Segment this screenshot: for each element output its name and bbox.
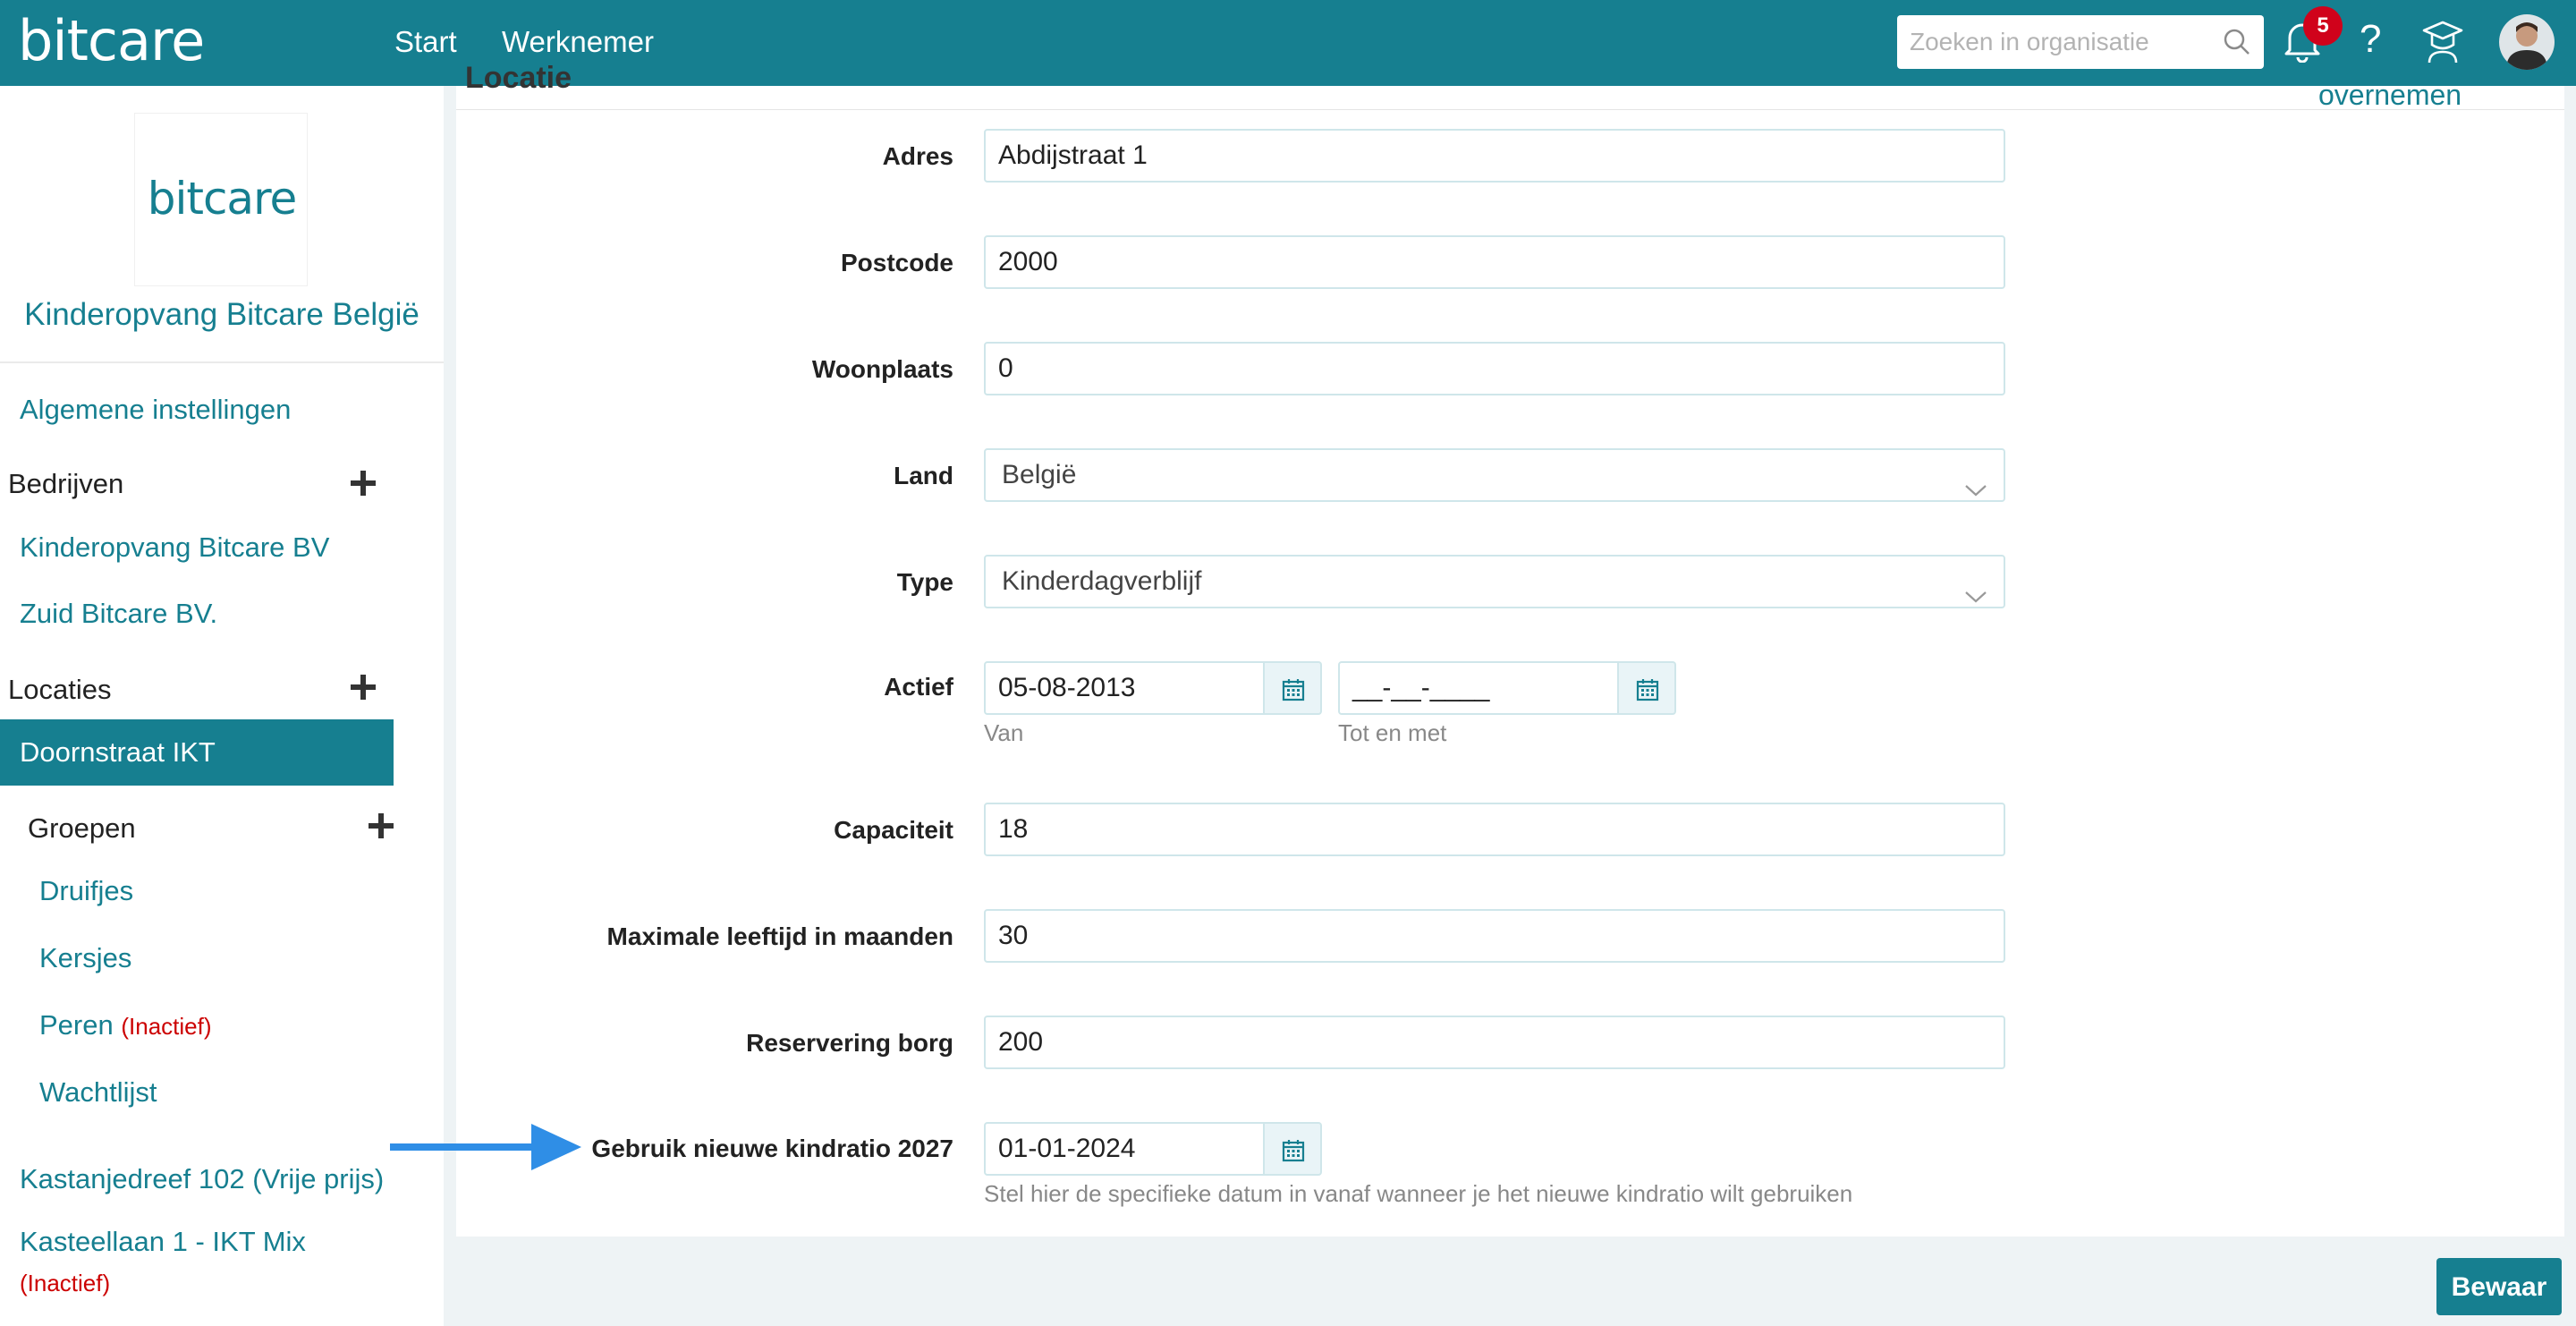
footer-bar bbox=[444, 1237, 2576, 1326]
reservering-borg-input[interactable]: 200 bbox=[984, 1016, 2005, 1069]
actief-from-hint: Van bbox=[984, 719, 1024, 746]
postcode-input[interactable]: 2000 bbox=[984, 235, 2005, 289]
organization-logo: bitcare bbox=[134, 113, 308, 286]
kindratio-hint: Stel hier de specifieke datum in vanaf w… bbox=[984, 1180, 1853, 1207]
woonplaats-label: Woonplaats bbox=[811, 355, 953, 383]
user-avatar[interactable] bbox=[2499, 14, 2555, 70]
chevron-down-icon bbox=[1964, 573, 1987, 623]
calendar-icon bbox=[1282, 679, 1305, 701]
sidebar: bitcare Kinderopvang Bitcare België Alge… bbox=[0, 86, 444, 1326]
calendar-button[interactable] bbox=[1265, 1122, 1322, 1176]
logo-text: bitcare bbox=[147, 173, 298, 225]
woonplaats-input[interactable]: 0 bbox=[984, 342, 2005, 395]
add-location-plus-icon[interactable] bbox=[349, 673, 377, 706]
overnemen-link[interactable]: overnemen bbox=[2318, 79, 2462, 112]
nav-werknemer[interactable]: Werknemer bbox=[502, 23, 654, 61]
capaciteit-label: Capaciteit bbox=[834, 816, 953, 844]
land-label: Land bbox=[894, 462, 953, 489]
calendar-icon bbox=[1282, 1140, 1305, 1162]
annotation-arrow-icon bbox=[390, 1124, 581, 1170]
reservering-borg-label: Reservering borg bbox=[746, 1029, 953, 1057]
actief-from-date-input[interactable]: 05-08-2013 bbox=[984, 661, 1265, 715]
section-title: Locatie bbox=[465, 61, 572, 95]
notification-badge[interactable]: 5 bbox=[2303, 6, 2343, 46]
organization-name[interactable]: Kinderopvang Bitcare België bbox=[0, 297, 444, 333]
max-leeftijd-label: Maximale leeftijd in maanden bbox=[606, 922, 953, 950]
brand-logo[interactable]: bitcare bbox=[18, 5, 205, 77]
actief-label: Actief bbox=[884, 673, 953, 701]
sidebar-item-location[interactable]: Kasteellaan 1 - IKT Mix bbox=[20, 1224, 306, 1260]
divider bbox=[456, 109, 2564, 110]
land-selected-value: België bbox=[1002, 460, 1077, 489]
inactive-tag: (Inactief) bbox=[121, 1013, 212, 1040]
sidebar-item-general-settings[interactable]: Algemene instellingen bbox=[20, 392, 291, 428]
max-leeftijd-input[interactable]: 30 bbox=[984, 909, 2005, 963]
sidebar-item-group[interactable]: Kersjes bbox=[39, 940, 131, 976]
save-button[interactable]: Bewaar bbox=[2436, 1258, 2562, 1315]
top-bar: bitcare Start Werknemer 5 ? bbox=[0, 0, 2576, 86]
chevron-down-icon bbox=[1964, 466, 1987, 516]
companies-heading: Bedrijven bbox=[8, 468, 124, 499]
graduation-cap-icon[interactable] bbox=[2420, 18, 2465, 69]
type-label: Type bbox=[896, 568, 953, 596]
sidebar-item-location[interactable]: Kastanjedreef 102 (Vrije prijs) bbox=[20, 1161, 384, 1197]
search-input[interactable] bbox=[1897, 15, 2214, 69]
groups-heading: Groepen bbox=[28, 812, 136, 844]
sidebar-item-company[interactable]: Zuid Bitcare BV. bbox=[20, 596, 217, 632]
sidebar-item-group[interactable]: Druifjes bbox=[39, 873, 133, 909]
nav-start[interactable]: Start bbox=[394, 23, 457, 61]
actief-to-hint: Tot en met bbox=[1338, 719, 1447, 746]
adres-input[interactable]: Abdijstraat 1 bbox=[984, 129, 2005, 183]
type-select[interactable]: Kinderdagverblijf bbox=[984, 555, 2005, 608]
search-box[interactable] bbox=[1897, 15, 2264, 69]
actief-to-date-input[interactable]: __-__-____ bbox=[1338, 661, 1619, 715]
adres-label: Adres bbox=[882, 142, 953, 170]
sidebar-item-group[interactable]: Peren (Inactief) bbox=[39, 1007, 212, 1044]
postcode-label: Postcode bbox=[840, 249, 953, 276]
sidebar-item-active-location[interactable]: Doornstraat IKT bbox=[0, 719, 394, 786]
calendar-button[interactable] bbox=[1265, 661, 1322, 715]
land-select[interactable]: België bbox=[984, 448, 2005, 502]
help-icon[interactable]: ? bbox=[2360, 16, 2381, 63]
sidebar-item-company[interactable]: Kinderopvang Bitcare BV bbox=[20, 530, 329, 565]
calendar-button[interactable] bbox=[1619, 661, 1676, 715]
locations-heading: Locaties bbox=[8, 674, 112, 705]
sidebar-item-group[interactable]: Wachtlijst bbox=[39, 1075, 157, 1110]
capaciteit-input[interactable]: 18 bbox=[984, 803, 2005, 856]
add-group-plus-icon[interactable] bbox=[367, 812, 395, 845]
active-location-label: Doornstraat IKT bbox=[20, 736, 216, 768]
inactive-tag: (Inactief) bbox=[20, 1270, 111, 1296]
add-company-plus-icon[interactable] bbox=[349, 469, 377, 502]
divider bbox=[0, 361, 444, 363]
calendar-icon bbox=[1636, 679, 1659, 701]
search-icon[interactable] bbox=[2223, 28, 2251, 61]
kindratio-date-input[interactable]: 01-01-2024 bbox=[984, 1122, 1265, 1176]
type-selected-value: Kinderdagverblijf bbox=[1002, 566, 1202, 596]
